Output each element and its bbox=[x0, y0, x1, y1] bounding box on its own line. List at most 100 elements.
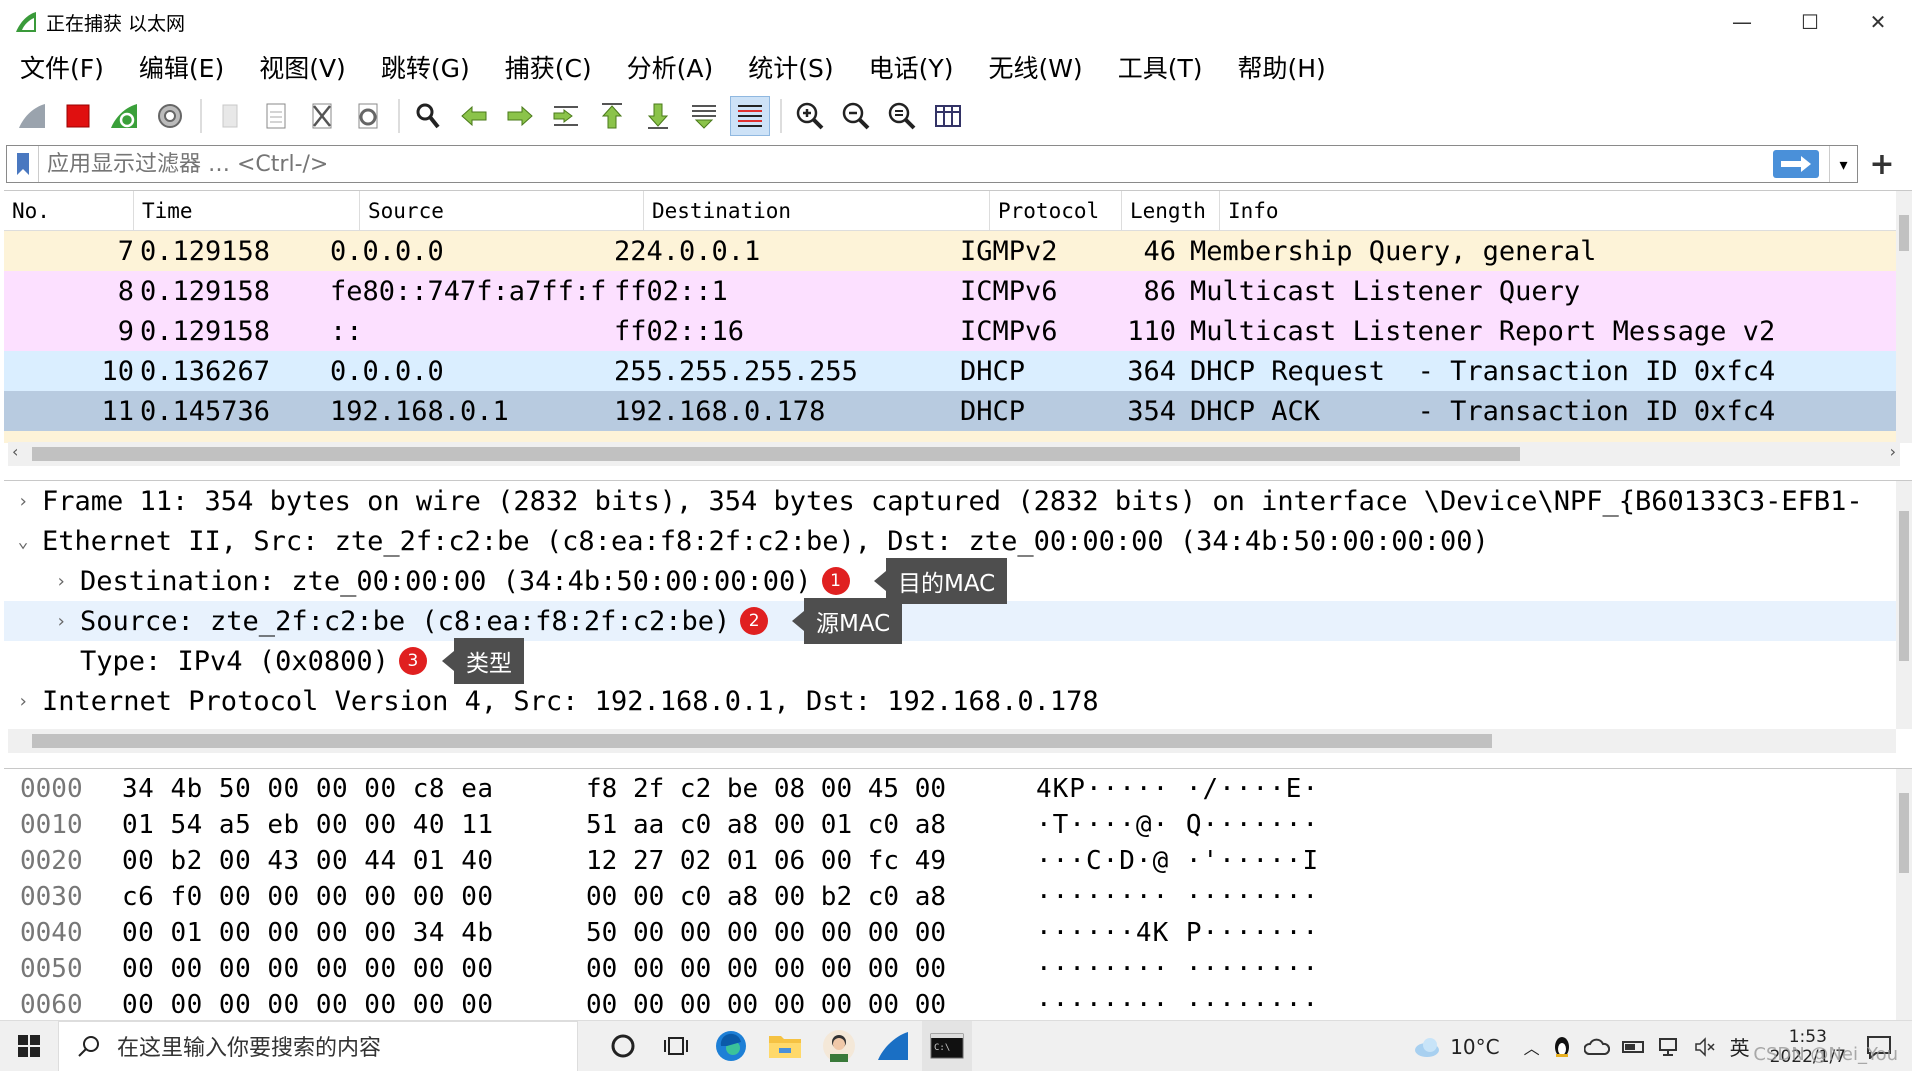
hex-row[interactable]: 0040 00 01 00 00 00 00 34 4b 50 00 00 00… bbox=[4, 915, 1319, 951]
tree-item-source[interactable]: › Source: zte_2f:c2:be (c8:ea:f8:2f:c2:b… bbox=[4, 601, 1896, 641]
colorize-button[interactable] bbox=[730, 96, 770, 136]
menu-statistics[interactable]: 统计(S) bbox=[736, 49, 845, 85]
packet-row-selected[interactable]: 11 0.145736 192.168.0.1 192.168.0.178 DH… bbox=[4, 391, 1896, 431]
packet-row[interactable]: 8 0.129158 fe80::747f:a7ff:fe9… ff02::1 … bbox=[4, 271, 1896, 311]
chevron-right-icon[interactable]: › bbox=[42, 571, 80, 592]
hex-row[interactable]: 0000 34 4b 50 00 00 00 c8 ea f8 2f c2 be… bbox=[4, 771, 1319, 807]
minimize-button[interactable]: — bbox=[1708, 0, 1776, 44]
network-tray-icon[interactable] bbox=[1658, 1037, 1682, 1057]
chevron-left-icon[interactable]: ‹ bbox=[12, 442, 18, 461]
apply-filter-button[interactable] bbox=[1773, 150, 1819, 178]
go-to-packet-button[interactable] bbox=[546, 96, 586, 136]
edge-taskbar-button[interactable] bbox=[706, 1021, 756, 1071]
chevron-down-icon[interactable]: ⌄ bbox=[4, 531, 42, 552]
battery-tray-icon[interactable] bbox=[1621, 1039, 1646, 1055]
scroll-thumb[interactable] bbox=[32, 734, 1492, 748]
avatar-app-button[interactable] bbox=[814, 1021, 864, 1071]
menu-capture[interactable]: 捕获(C) bbox=[493, 49, 604, 85]
tree-item-type[interactable]: Type: IPv4 (0x0800) 3 bbox=[4, 641, 1896, 681]
save-file-button[interactable] bbox=[256, 96, 296, 136]
file-explorer-button[interactable] bbox=[760, 1021, 810, 1071]
menu-tools[interactable]: 工具(T) bbox=[1106, 49, 1215, 85]
menu-help[interactable]: 帮助(H) bbox=[1225, 49, 1337, 85]
chevron-right-icon[interactable]: › bbox=[42, 611, 80, 632]
go-back-button[interactable] bbox=[454, 96, 494, 136]
zoom-out-button[interactable] bbox=[836, 96, 876, 136]
scroll-thumb[interactable] bbox=[1899, 793, 1909, 873]
show-hidden-icons-button[interactable]: ︿ bbox=[1524, 1035, 1540, 1059]
tree-item-ethernet[interactable]: ⌄ Ethernet II, Src: zte_2f:c2:be (c8:ea:… bbox=[4, 521, 1896, 561]
filter-bookmark-button[interactable] bbox=[7, 146, 39, 182]
packet-row[interactable]: 9 0.129158 :: ff02::16 ICMPv6 110 Multic… bbox=[4, 311, 1896, 351]
tree-item-frame[interactable]: › Frame 11: 354 bytes on wire (2832 bits… bbox=[4, 481, 1896, 521]
add-filter-button[interactable]: + bbox=[1862, 147, 1902, 182]
column-header-length[interactable]: Length bbox=[1122, 191, 1220, 230]
auto-scroll-button[interactable] bbox=[684, 96, 724, 136]
first-packet-button[interactable] bbox=[592, 96, 632, 136]
menu-analyze[interactable]: 分析(A) bbox=[615, 49, 726, 85]
column-header-destination[interactable]: Destination bbox=[644, 191, 990, 230]
terminal-taskbar-button[interactable]: C:\ bbox=[922, 1020, 972, 1071]
maximize-button[interactable]: ☐ bbox=[1776, 0, 1844, 44]
details-vscrollbar[interactable] bbox=[1896, 481, 1912, 729]
taskbar-search-box[interactable]: 在这里输入你要搜索的内容 bbox=[58, 1020, 578, 1071]
hex-row[interactable]: 0020 00 b2 00 43 00 44 01 40 12 27 02 01… bbox=[4, 843, 1319, 879]
menu-file[interactable]: 文件(F) bbox=[8, 49, 116, 85]
tree-item-ip[interactable]: › Internet Protocol Version 4, Src: 192.… bbox=[4, 681, 1896, 721]
ime-indicator[interactable]: 英 bbox=[1730, 1032, 1750, 1061]
scroll-thumb[interactable] bbox=[32, 447, 1520, 461]
task-view-button[interactable] bbox=[652, 1021, 702, 1071]
column-header-no[interactable]: No. bbox=[4, 191, 134, 230]
stop-capture-button[interactable] bbox=[58, 96, 98, 136]
last-packet-button[interactable] bbox=[638, 96, 678, 136]
open-file-button[interactable] bbox=[210, 96, 250, 136]
weather-widget[interactable]: 10°C bbox=[1412, 1035, 1500, 1059]
column-header-info[interactable]: Info bbox=[1220, 191, 1896, 230]
column-header-protocol[interactable]: Protocol bbox=[990, 191, 1122, 230]
menu-telephony[interactable]: 电话(Y) bbox=[857, 49, 966, 85]
arrow-right-icon bbox=[507, 105, 533, 127]
scroll-thumb[interactable] bbox=[1899, 511, 1909, 661]
reload-file-button[interactable] bbox=[348, 96, 388, 136]
scroll-thumb[interactable] bbox=[1899, 215, 1909, 251]
chevron-right-icon[interactable]: › bbox=[4, 691, 42, 712]
chevron-right-icon[interactable]: › bbox=[4, 491, 42, 512]
hex-row[interactable]: 0010 01 54 a5 eb 00 00 40 11 51 aa c0 a8… bbox=[4, 807, 1319, 843]
start-button[interactable] bbox=[0, 1021, 58, 1071]
column-header-source[interactable]: Source bbox=[360, 191, 644, 230]
wireshark-taskbar-button[interactable] bbox=[868, 1021, 918, 1071]
packet-row[interactable]: 7 0.129158 0.0.0.0 224.0.0.1 IGMPv2 46 M… bbox=[4, 231, 1896, 271]
hex-row[interactable]: 0050 00 00 00 00 00 00 00 00 00 00 00 00… bbox=[4, 951, 1319, 987]
capture-options-button[interactable] bbox=[150, 96, 190, 136]
qq-tray-icon[interactable] bbox=[1552, 1035, 1572, 1059]
packet-list-hscrollbar[interactable]: ‹ › bbox=[8, 442, 1900, 466]
packet-list-vscrollbar[interactable] bbox=[1896, 191, 1912, 443]
menu-go[interactable]: 跳转(G) bbox=[369, 49, 482, 85]
filter-history-dropdown[interactable]: ▾ bbox=[1829, 146, 1857, 182]
menu-edit[interactable]: 编辑(E) bbox=[127, 49, 236, 85]
packet-row[interactable]: 10 0.136267 0.0.0.0 255.255.255.255 DHCP… bbox=[4, 351, 1896, 391]
menu-view[interactable]: 视图(V) bbox=[247, 49, 358, 85]
details-hscrollbar[interactable] bbox=[8, 729, 1896, 753]
menu-wireless[interactable]: 无线(W) bbox=[976, 49, 1094, 85]
restart-capture-button[interactable] bbox=[104, 96, 144, 136]
hex-row[interactable]: 0030 c6 f0 00 00 00 00 00 00 00 00 c0 a8… bbox=[4, 879, 1319, 915]
zoom-in-button[interactable] bbox=[790, 96, 830, 136]
hex-ascii: 4KP····· ·/····E· bbox=[1036, 774, 1320, 804]
close-file-button[interactable] bbox=[302, 96, 342, 136]
find-packet-button[interactable] bbox=[408, 96, 448, 136]
go-forward-button[interactable] bbox=[500, 96, 540, 136]
column-header-time[interactable]: Time bbox=[134, 191, 360, 230]
onedrive-tray-icon[interactable] bbox=[1583, 1038, 1610, 1056]
display-filter-input[interactable] bbox=[39, 147, 1773, 181]
packet-length: 110 bbox=[1127, 315, 1176, 347]
volume-tray-icon[interactable] bbox=[1694, 1036, 1718, 1057]
close-button[interactable]: ✕ bbox=[1844, 0, 1912, 44]
zoom-normal-button[interactable] bbox=[882, 96, 922, 136]
resize-columns-button[interactable] bbox=[928, 96, 968, 136]
chevron-right-icon[interactable]: › bbox=[1890, 442, 1896, 461]
bytes-vscrollbar[interactable] bbox=[1896, 769, 1912, 1020]
start-capture-button[interactable] bbox=[12, 96, 52, 136]
cortana-button[interactable] bbox=[598, 1021, 648, 1071]
hex-row[interactable]: 0060 00 00 00 00 00 00 00 00 00 00 00 00… bbox=[4, 987, 1319, 1020]
